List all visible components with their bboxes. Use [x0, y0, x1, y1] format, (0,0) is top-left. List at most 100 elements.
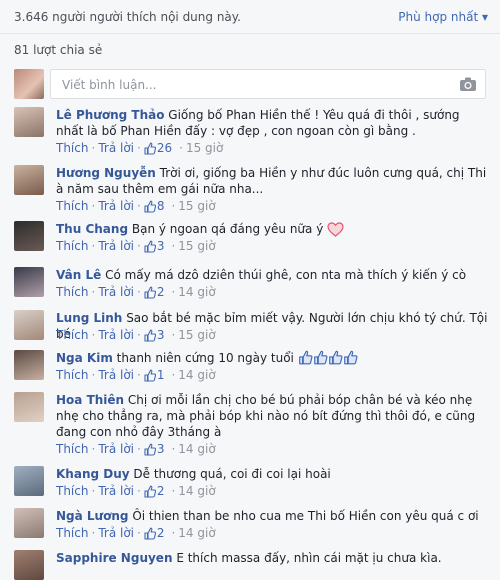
comment-timestamp[interactable]: 14 giờ — [178, 526, 215, 540]
comment-timestamp[interactable]: 14 giờ — [178, 484, 215, 498]
commenter-name[interactable]: Khang Duy — [56, 467, 130, 481]
comment-body: Lê Phương Thảo Giống bố Phan Hiền thế ! … — [56, 107, 490, 139]
separator-dot: · — [137, 141, 141, 155]
separator-dot: · — [91, 199, 96, 213]
comment-timestamp[interactable]: 14 giờ — [178, 368, 215, 382]
comment-text: E thích massa đấy, nhìn cái mặt ịu chưa … — [176, 551, 442, 565]
separator-dot: · — [137, 526, 141, 540]
like-count[interactable]: 3 — [157, 239, 165, 253]
comment-timestamp[interactable]: 15 giờ — [178, 328, 215, 342]
comment-composer[interactable] — [50, 69, 486, 99]
separator-dot: · — [171, 442, 176, 456]
comment-timestamp[interactable]: 15 giờ — [178, 239, 215, 253]
separator-dot: · — [171, 285, 176, 299]
commenter-avatar[interactable] — [14, 508, 44, 538]
like-link[interactable]: Thích — [56, 442, 88, 456]
separator-dot: · — [171, 239, 176, 253]
like-link[interactable]: Thích — [56, 484, 88, 498]
separator-dot: · — [137, 368, 141, 382]
commenter-name[interactable]: Lung Linh — [56, 311, 122, 325]
commenter-name[interactable]: Sapphire Nguyen — [56, 551, 173, 565]
separator-dot: · — [91, 526, 96, 540]
like-count[interactable]: 1 — [157, 368, 165, 382]
likes-summary[interactable]: 3.646 người người thích nội dung này. — [14, 10, 241, 24]
comment-body: Nga Kim thanh niên cứng 10 ngày tuổi — [56, 350, 490, 366]
like-thumb-icon — [144, 240, 156, 253]
reply-link[interactable]: Trả lời — [98, 484, 134, 498]
commenter-name[interactable]: Hoa Thiên — [56, 393, 124, 407]
like-thumb-icon — [144, 369, 156, 382]
commenter-avatar[interactable] — [14, 310, 44, 340]
thumbs-up-emoji-icon — [343, 350, 358, 365]
comment-text: thanh niên cứng 10 ngày tuổi — [116, 351, 294, 365]
commenter-name[interactable]: Hương Nguyễn — [56, 166, 156, 180]
like-link[interactable]: Thích — [56, 199, 88, 213]
like-count[interactable]: 2 — [157, 484, 165, 498]
separator-dot: · — [171, 526, 176, 540]
like-link[interactable]: Thích — [56, 239, 88, 253]
commenter-avatar[interactable] — [14, 267, 44, 297]
like-count[interactable]: 3 — [157, 442, 165, 456]
sort-label: Phù hợp nhất — [398, 10, 479, 24]
like-thumb-icon — [144, 142, 156, 155]
reply-link[interactable]: Trả lời — [98, 526, 134, 540]
commenter-avatar[interactable] — [14, 466, 44, 496]
comment-timestamp[interactable]: 14 giờ — [178, 442, 215, 456]
commenter-avatar[interactable] — [14, 550, 44, 580]
comment-actions: Thích · Trả lời · 2 · 14 giờ — [56, 526, 216, 540]
like-count[interactable]: 26 — [157, 141, 172, 155]
comment-timestamp[interactable]: 14 giờ — [178, 285, 215, 299]
comment-timestamp[interactable]: 15 giờ — [178, 199, 215, 213]
comment-body: Ngà Lương Ôi thien than be nho cua me Th… — [56, 508, 490, 524]
separator-dot: · — [137, 484, 141, 498]
comment-text: Dễ thương quá, coi đi coi lại hoài — [133, 467, 331, 481]
separator-dot: · — [91, 368, 96, 382]
commenter-avatar[interactable] — [14, 350, 44, 380]
commenter-name[interactable]: Lê Phương Thảo — [56, 108, 164, 122]
comment-text: Bạn ý ngoan qá đáng yêu nữa ý — [131, 222, 324, 236]
reply-link[interactable]: Trả lời — [98, 141, 134, 155]
commenter-avatar[interactable] — [14, 107, 44, 137]
comment-timestamp[interactable]: 15 giờ — [186, 141, 223, 155]
reply-link[interactable]: Trả lời — [98, 442, 134, 456]
like-link[interactable]: Thích — [56, 141, 88, 155]
like-count[interactable]: 3 — [157, 328, 165, 342]
like-count[interactable]: 2 — [157, 526, 165, 540]
separator-dot: · — [137, 328, 141, 342]
reply-link[interactable]: Trả lời — [98, 199, 134, 213]
reply-link[interactable]: Trả lời — [98, 368, 134, 382]
reply-link[interactable]: Trả lời — [98, 328, 134, 342]
like-link[interactable]: Thích — [56, 285, 88, 299]
separator-dot: · — [137, 442, 141, 456]
comment-input[interactable] — [60, 71, 444, 99]
separator-dot: · — [91, 442, 96, 456]
separator-dot: · — [171, 484, 176, 498]
commenter-avatar[interactable] — [14, 392, 44, 422]
like-link[interactable]: Thích — [56, 328, 88, 342]
commenter-name[interactable]: Thu Chang — [56, 222, 128, 236]
commenter-name[interactable]: Nga Kim — [56, 351, 113, 365]
like-link[interactable]: Thích — [56, 526, 88, 540]
like-count[interactable]: 2 — [157, 285, 165, 299]
comment-actions: Thích · Trả lời · 26 · 15 giờ — [56, 141, 223, 155]
reply-link[interactable]: Trả lời — [98, 239, 134, 253]
commenter-avatar[interactable] — [14, 165, 44, 195]
separator-dot: · — [137, 199, 141, 213]
like-count[interactable]: 8 — [157, 199, 165, 213]
camera-icon[interactable] — [459, 76, 477, 92]
comment-actions: Thích · Trả lời · 2 · 14 giờ — [56, 484, 216, 498]
commenter-avatar[interactable] — [14, 221, 44, 251]
commenter-name[interactable]: Ngà Lương — [56, 509, 128, 523]
like-thumb-icon — [144, 485, 156, 498]
like-thumb-icon — [144, 286, 156, 299]
like-thumb-icon — [144, 443, 156, 456]
comment-actions: Thích · Trả lời · 3 · 15 giờ — [56, 239, 216, 253]
heart-icon — [327, 222, 344, 237]
shares-count[interactable]: 81 lượt chia sẻ — [14, 43, 102, 57]
comment-actions: Thích · Trả lời · 3 · 15 giờ — [56, 328, 216, 342]
like-link[interactable]: Thích — [56, 368, 88, 382]
sort-dropdown[interactable]: Phù hợp nhất ▾ — [398, 10, 488, 24]
commenter-name[interactable]: Vân Lê — [56, 268, 101, 282]
reply-link[interactable]: Trả lời — [98, 285, 134, 299]
separator-dot: · — [171, 368, 176, 382]
